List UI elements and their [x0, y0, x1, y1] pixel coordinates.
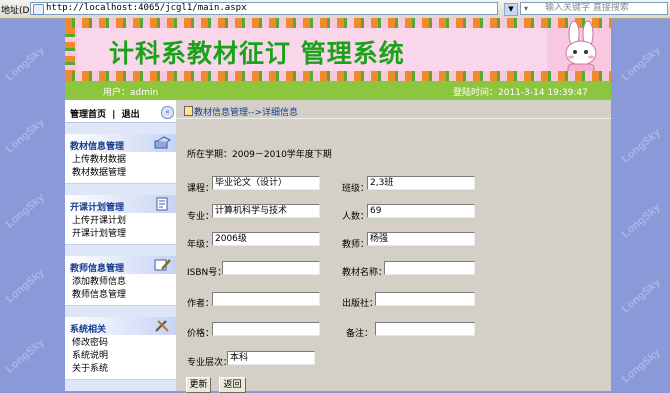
sidebar-item-plan-manage[interactable]: 开课计划管理 — [65, 228, 176, 241]
carrot-border-left — [65, 28, 75, 71]
course-label: 课程： — [187, 184, 215, 194]
group-title: 教师信息管理 — [70, 264, 125, 274]
group-title: 系统相关 — [70, 325, 107, 335]
site-frame: 计科系教材征订 管理系统 用户：admin 登陆时间：2011-3-14 19:… — [65, 18, 611, 393]
breadcrumb: 教材信息管理-->详细信息 — [184, 105, 298, 118]
book-name-label: 教材名称： — [342, 268, 388, 278]
count-input[interactable]: 69 — [367, 204, 475, 218]
current-user: 用户：admin — [103, 88, 159, 98]
main-content: 教材信息管理-->详细信息 所在学期：2009－2010学年度下期 课程： 毕业… — [176, 100, 611, 393]
watermark: LongSky — [3, 266, 47, 306]
breadcrumb-text[interactable]: 教材信息管理-->详细信息 — [194, 108, 298, 118]
watermark: LongSky — [619, 276, 663, 316]
search-placeholder: 输入关键字 直接搜索 — [545, 3, 629, 13]
group-header-plan[interactable]: 开课计划管理 — [65, 195, 176, 213]
tools-icon — [155, 320, 169, 332]
sidebar-group-teacher: 教师信息管理 添加教师信息 教师信息管理 — [65, 256, 176, 306]
carrot-border-top — [65, 18, 611, 28]
grade-input[interactable]: 2006级 — [212, 232, 320, 246]
collapse-icon[interactable]: « — [161, 106, 174, 119]
sidebar-item-system-help[interactable]: 系统说明 — [65, 350, 176, 363]
address-label: 地址(D) — [1, 6, 33, 16]
url-input[interactable]: http://localhost:4065/jcgl1/main.aspx — [30, 2, 498, 15]
term-info: 所在学期：2009－2010学年度下期 — [187, 150, 332, 160]
author-label: 作者： — [187, 299, 215, 309]
group-title: 开课计划管理 — [70, 203, 125, 213]
search-icon: ▾ — [524, 4, 529, 13]
grade-label: 年级： — [187, 240, 215, 250]
watermark: LongSky — [3, 44, 47, 84]
watermark: LongSky — [3, 191, 47, 231]
sidebar-home-row: 管理首页 | 退出 — [70, 107, 140, 120]
group-header-textbook[interactable]: 教材信息管理 — [65, 134, 176, 152]
bunny-mascot-icon — [565, 20, 597, 77]
browser-address-bar: 地址(D) http://localhost:4065/jcgl1/main.a… — [0, 0, 670, 19]
group-items: 修改密码 系统说明 关于系统 — [65, 335, 176, 380]
isbn-input[interactable] — [222, 261, 320, 275]
sidebar-group-textbook: 教材信息管理 上传教材数据 教材数据管理 — [65, 134, 176, 184]
header-banner: 计科系教材征订 管理系统 — [65, 18, 611, 81]
note-label: 备注： — [346, 329, 374, 339]
sidebar-item-textbook-manage[interactable]: 教材数据管理 — [65, 167, 176, 180]
edit-icon — [154, 259, 171, 271]
plan-icon — [156, 197, 168, 211]
group-items: 上传开课计划 开课计划管理 — [65, 213, 176, 245]
note-input[interactable] — [375, 322, 475, 336]
publisher-input[interactable] — [375, 292, 475, 306]
sidebar-group-plan: 开课计划管理 上传开课计划 开课计划管理 — [65, 195, 176, 245]
watermark: LongSky — [619, 346, 663, 386]
publisher-label: 出版社： — [342, 299, 379, 309]
author-input[interactable] — [212, 292, 320, 306]
teacher-label: 教师： — [342, 240, 370, 250]
course-input[interactable]: 毕业论文（设计） — [212, 176, 320, 190]
sidebar-item-add-teacher[interactable]: 添加教师信息 — [65, 276, 176, 289]
watermark: LongSky — [619, 44, 663, 84]
books-icon — [154, 136, 171, 149]
level-input[interactable]: 本科 — [227, 351, 315, 365]
count-label: 人数： — [342, 212, 370, 222]
login-time: 登陆时间：2011-3-14 19:39:47 — [453, 88, 588, 98]
carrot-border-bottom — [65, 71, 611, 81]
sidebar-item-change-password[interactable]: 修改密码 — [65, 337, 176, 350]
group-items: 上传教材数据 教材数据管理 — [65, 152, 176, 184]
watermark: LongSky — [619, 201, 663, 241]
url-text: http://localhost:4065/jcgl1/main.aspx — [46, 3, 247, 13]
separator: | — [112, 110, 116, 120]
group-items: 添加教师信息 教师信息管理 — [65, 274, 176, 306]
sidebar-item-about[interactable]: 关于系统 — [65, 363, 176, 376]
isbn-label: ISBN号： — [187, 268, 227, 278]
major-label: 专业： — [187, 212, 215, 222]
user-bar: 用户：admin 登陆时间：2011-3-14 19:39:47 — [65, 81, 611, 100]
class-label: 班级： — [342, 184, 370, 194]
group-header-system[interactable]: 系统相关 — [65, 317, 176, 335]
home-link[interactable]: 管理首页 — [70, 110, 106, 120]
group-title: 教材信息管理 — [70, 142, 125, 152]
price-label: 价格： — [187, 329, 215, 339]
watermark: LongSky — [3, 116, 47, 156]
watermark: LongSky — [3, 336, 47, 376]
chevron-down-icon[interactable]: ▼ — [504, 3, 518, 16]
logout-link[interactable]: 退出 — [122, 110, 140, 120]
folder-icon — [184, 106, 193, 116]
level-label: 专业层次： — [187, 358, 233, 368]
book-name-input[interactable] — [384, 261, 475, 275]
group-header-teacher[interactable]: 教师信息管理 — [65, 256, 176, 274]
divider — [176, 118, 611, 119]
search-input[interactable]: ▾ 输入关键字 直接搜索 — [520, 2, 668, 15]
sidebar-item-teacher-manage[interactable]: 教师信息管理 — [65, 289, 176, 302]
page-icon — [33, 4, 44, 15]
teacher-input[interactable]: 杨强 — [367, 232, 475, 246]
major-input[interactable]: 计算机科学与技术 — [212, 204, 320, 218]
class-input[interactable]: 2,3班 — [367, 176, 475, 190]
watermark: LongSky — [619, 126, 663, 166]
sidebar-item-upload-plan[interactable]: 上传开课计划 — [65, 215, 176, 228]
sidebar-item-upload-textbook[interactable]: 上传教材数据 — [65, 154, 176, 167]
sidebar: 管理首页 | 退出 « 教材信息管理 上传教材数据 教材数据管理 开课计划管理 … — [65, 100, 176, 391]
sidebar-header: 管理首页 | 退出 « — [65, 100, 176, 123]
price-input[interactable] — [212, 322, 320, 336]
site-title: 计科系教材征订 管理系统 — [109, 39, 405, 68]
sidebar-group-system: 系统相关 修改密码 系统说明 关于系统 — [65, 317, 176, 380]
